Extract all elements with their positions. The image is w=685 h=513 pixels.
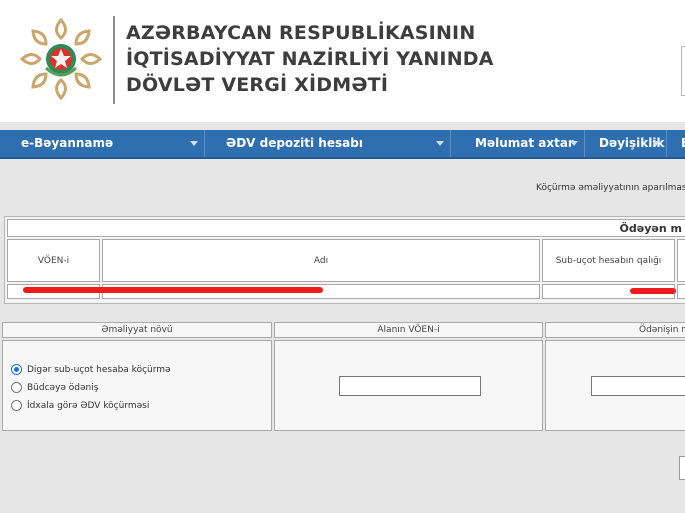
- nav-item-label: e-Bəyannamə: [21, 136, 114, 150]
- operation-type-header: Əməliyyat növü: [2, 322, 272, 338]
- receiver-voen-cell: [274, 340, 543, 431]
- header-right-box: [681, 46, 685, 96]
- chevron-down-icon: [570, 141, 578, 146]
- option-idxal[interactable]: İdxala görə ƏDV köçürməsi: [11, 400, 149, 411]
- agency-title: AZƏRBAYCAN RESPUBLİKASININ İQTİSADİYYAT …: [126, 20, 494, 98]
- nav-item-label: ƏDV depoziti hesabı: [226, 136, 363, 150]
- payer-col-name: Adı: [102, 239, 540, 282]
- payer-table-header: Ödəyən m: [7, 219, 685, 237]
- nav-item-deyisiklik[interactable]: Dəyişiklik: [585, 130, 667, 157]
- receiver-voen-input[interactable]: [339, 376, 481, 396]
- option-sub-ucot[interactable]: Digər sub-uçot hesaba köçürmə: [11, 364, 171, 375]
- payment-cell: [545, 340, 685, 431]
- payer-col-voen-label: VÖEN-i: [37, 255, 70, 266]
- payer-col-name-label: Adı: [313, 255, 329, 266]
- nav-item-label: Məlumat axtar: [475, 136, 574, 150]
- chevron-down-icon: [436, 141, 444, 146]
- payer-table-header-text: Ödəyən m: [619, 221, 682, 235]
- payment-header: Ödənişin n: [545, 322, 685, 338]
- site-header: AZƏRBAYCAN RESPUBLİKASININ İQTİSADİYYAT …: [0, 0, 685, 122]
- payer-col-balance: Sub-uçot hesabın qalığı: [542, 239, 675, 282]
- state-emblem-icon: [19, 17, 103, 101]
- page-subtitle: Köçürmə əməliyyatının aparılması: [536, 183, 685, 193]
- radio-button[interactable]: [11, 382, 22, 393]
- receiver-voen-header-label: Alanın VÖEN-i: [377, 325, 440, 335]
- option-budce[interactable]: Büdcəyə ödəniş: [11, 382, 98, 393]
- nav-item-e-beyanname[interactable]: e-Bəyannamə: [0, 130, 205, 157]
- option-label: Digər sub-uçot hesaba köçürmə: [27, 364, 171, 375]
- payment-input[interactable]: [591, 376, 685, 396]
- chevron-down-icon: [652, 141, 660, 146]
- redaction-mark: [630, 288, 676, 294]
- nav-item-e[interactable]: E: [667, 130, 685, 157]
- payer-col-balance-label: Sub-uçot hesabın qalığı: [555, 255, 662, 266]
- option-label: İdxala görə ƏDV köçürməsi: [27, 400, 150, 411]
- operation-type-options: Digər sub-uçot hesaba köçürmə Büdcəyə öd…: [2, 340, 272, 431]
- payer-table: Ödəyən m VÖEN-i Adı Sub-uçot hesabın qal…: [4, 216, 685, 304]
- payer-col-voen: VÖEN-i: [7, 239, 100, 282]
- receiver-voen-header: Alanın VÖEN-i: [274, 322, 543, 338]
- nav-item-edv-depozit[interactable]: ƏDV depoziti hesabı: [205, 130, 451, 157]
- title-line-1: AZƏRBAYCAN RESPUBLİKASININ: [126, 22, 476, 44]
- title-line-3: DÖVLƏT VERGİ XİDMƏTİ: [126, 74, 389, 96]
- nav-item-label: E: [681, 130, 685, 157]
- header-divider: [113, 16, 115, 104]
- payment-header-label: Ödənişin n: [639, 325, 685, 335]
- chevron-down-icon: [190, 141, 198, 146]
- title-line-2: İQTİSADİYYAT NAZİRLİYİ YANINDA: [126, 48, 494, 70]
- option-label: Büdcəyə ödəniş: [27, 382, 99, 393]
- radio-button[interactable]: [11, 400, 22, 411]
- action-button[interactable]: [679, 456, 685, 480]
- radio-button[interactable]: [11, 364, 22, 375]
- main-nav: e-Bəyannamə ƏDV depoziti hesabı Məlumat …: [0, 130, 685, 159]
- nav-item-melumat-axtar[interactable]: Məlumat axtar: [451, 130, 585, 157]
- main-content: Köçürmə əməliyyatının aparılması Ödəyən …: [0, 165, 685, 513]
- redaction-mark: [23, 287, 323, 293]
- payer-col-extra: [677, 239, 685, 282]
- operation-table: Əməliyyat növü Alanın VÖEN-i Ödənişin n …: [2, 321, 685, 431]
- operation-type-header-label: Əməliyyat növü: [101, 325, 173, 335]
- payer-extra-value: [677, 284, 685, 299]
